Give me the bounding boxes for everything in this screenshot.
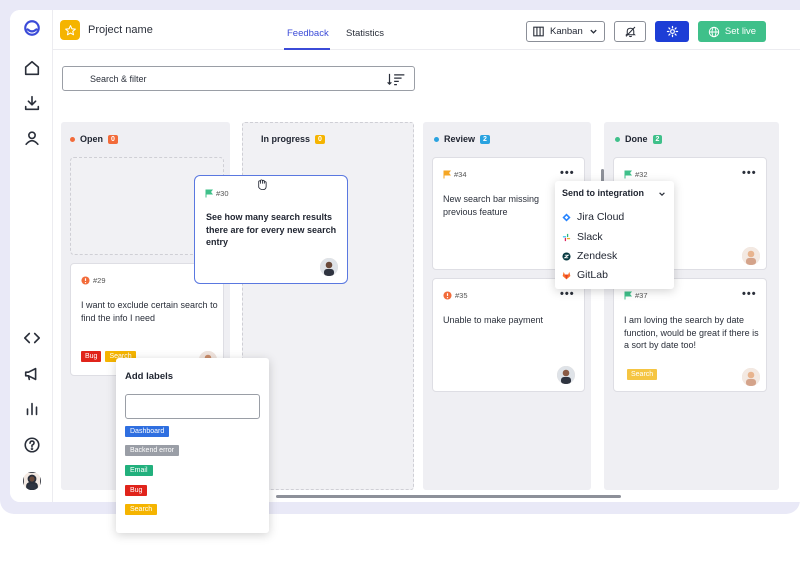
more-options-button[interactable]: •••	[560, 167, 575, 179]
label-dashboard[interactable]: Dashboard	[125, 426, 170, 437]
flag-icon	[443, 170, 451, 179]
sort-icon[interactable]	[386, 73, 406, 86]
column-header-done: Done 2	[615, 134, 663, 144]
project-name[interactable]: Project name	[88, 24, 153, 36]
column-header-in-progress: In progress 0	[261, 134, 325, 144]
column-title: Done	[625, 134, 648, 144]
card-text: See how many search results there are fo…	[206, 212, 337, 247]
zendesk-icon	[562, 251, 571, 261]
card-text: I want to exclude certain search to find…	[81, 300, 218, 323]
settings-button[interactable]	[655, 21, 689, 42]
code-icon[interactable]	[22, 328, 42, 348]
column-header-review: Review 2	[434, 134, 490, 144]
integration-gitlab[interactable]: GitLab	[562, 269, 608, 281]
slack-icon	[562, 233, 571, 241]
globe-icon	[708, 26, 720, 37]
label-bug[interactable]: Bug	[125, 485, 148, 496]
card-id: #34	[443, 170, 467, 179]
set-live-label: Set live	[724, 26, 757, 37]
feedback-card-35[interactable]: #35 ••• Unable to make payment	[432, 278, 585, 392]
notifications-off-button[interactable]	[614, 21, 646, 42]
logo-icon[interactable]	[22, 18, 42, 38]
avatar	[742, 368, 760, 386]
search-filter-input[interactable]: Search & filter	[62, 66, 415, 91]
gear-icon	[666, 25, 678, 38]
bell-off-icon	[624, 26, 636, 38]
download-icon[interactable]	[22, 93, 42, 113]
view-select[interactable]: Kanban	[526, 21, 605, 42]
label-search-input[interactable]	[125, 394, 260, 419]
jira-icon	[562, 212, 571, 222]
top-bar: Project name Feedback Statistics Kanban …	[53, 10, 800, 50]
feedback-card-37[interactable]: #37 ••• I am loving the search by date f…	[613, 278, 767, 392]
column-title: Review	[444, 134, 476, 144]
column-title: In progress	[261, 134, 311, 144]
more-options-button[interactable]: •••	[560, 288, 575, 300]
avatar	[557, 366, 575, 384]
sidebar	[10, 10, 53, 502]
search-placeholder: Search & filter	[90, 73, 147, 84]
home-icon[interactable]	[22, 58, 42, 78]
count-badge: 0	[315, 134, 325, 144]
view-select-value: Kanban	[550, 26, 583, 37]
tag-bug: Bug	[81, 351, 102, 362]
card-text: I am loving the search by date function,…	[624, 315, 759, 350]
popover-title: Add labels	[125, 371, 174, 382]
integration-slack[interactable]: Slack	[562, 231, 603, 243]
tag-search: Search	[627, 369, 658, 380]
set-live-button[interactable]: Set live	[698, 21, 766, 42]
flag-icon	[205, 189, 213, 198]
add-labels-popover: Add labels Dashboard Backend error Email…	[116, 358, 269, 533]
chevron-down-icon	[659, 192, 665, 197]
column-title: Open	[80, 134, 104, 144]
tab-feedback[interactable]: Feedback	[287, 28, 329, 39]
chevron-down-icon	[590, 29, 597, 34]
horizontal-scrollbar[interactable]	[276, 495, 621, 498]
integration-zendesk[interactable]: Zendesk	[562, 250, 617, 262]
integration-popover: Send to integration Jira Cloud Slack Zen…	[555, 181, 674, 289]
avatar	[320, 258, 338, 276]
user-avatar[interactable]	[23, 472, 41, 490]
label-search[interactable]: Search	[125, 504, 158, 515]
column-header-open: Open 0	[70, 134, 118, 144]
user-icon[interactable]	[22, 128, 42, 148]
card-id: #35	[443, 291, 468, 300]
help-icon[interactable]	[22, 435, 42, 455]
count-badge: 2	[652, 134, 663, 144]
label-email[interactable]: Email	[125, 465, 153, 476]
status-dot	[615, 136, 620, 142]
more-options-button[interactable]: •••	[742, 167, 757, 179]
label-backend-error[interactable]: Backend error	[125, 445, 179, 456]
popover-title: Send to integration	[562, 188, 644, 198]
card-id: #37	[624, 291, 648, 300]
flag-icon	[624, 291, 632, 300]
tab-statistics[interactable]: Statistics	[346, 28, 384, 39]
dragged-card-30[interactable]: #30 See how many search results there ar…	[194, 175, 348, 284]
star-icon[interactable]	[60, 20, 80, 40]
integration-jira[interactable]: Jira Cloud	[562, 211, 624, 223]
alert-icon	[81, 276, 90, 285]
card-text: New search bar missing previous feature	[443, 194, 540, 217]
status-dot	[70, 136, 75, 142]
columns-icon	[533, 26, 544, 37]
card-text: Unable to make payment	[443, 315, 544, 325]
count-badge: 0	[108, 134, 118, 144]
stats-icon[interactable]	[22, 399, 42, 419]
count-badge: 2	[480, 134, 490, 144]
flag-icon	[624, 170, 632, 179]
avatar	[742, 247, 760, 265]
more-options-button[interactable]: •••	[742, 288, 757, 300]
megaphone-icon[interactable]	[22, 364, 42, 384]
card-id: #32	[624, 170, 648, 179]
card-id: #29	[81, 276, 106, 285]
gitlab-icon	[562, 271, 571, 279]
alert-icon	[443, 291, 452, 300]
active-tab-underline	[284, 48, 330, 50]
grab-cursor-icon	[258, 179, 267, 191]
card-id: #30	[205, 189, 229, 198]
status-dot	[434, 136, 439, 142]
